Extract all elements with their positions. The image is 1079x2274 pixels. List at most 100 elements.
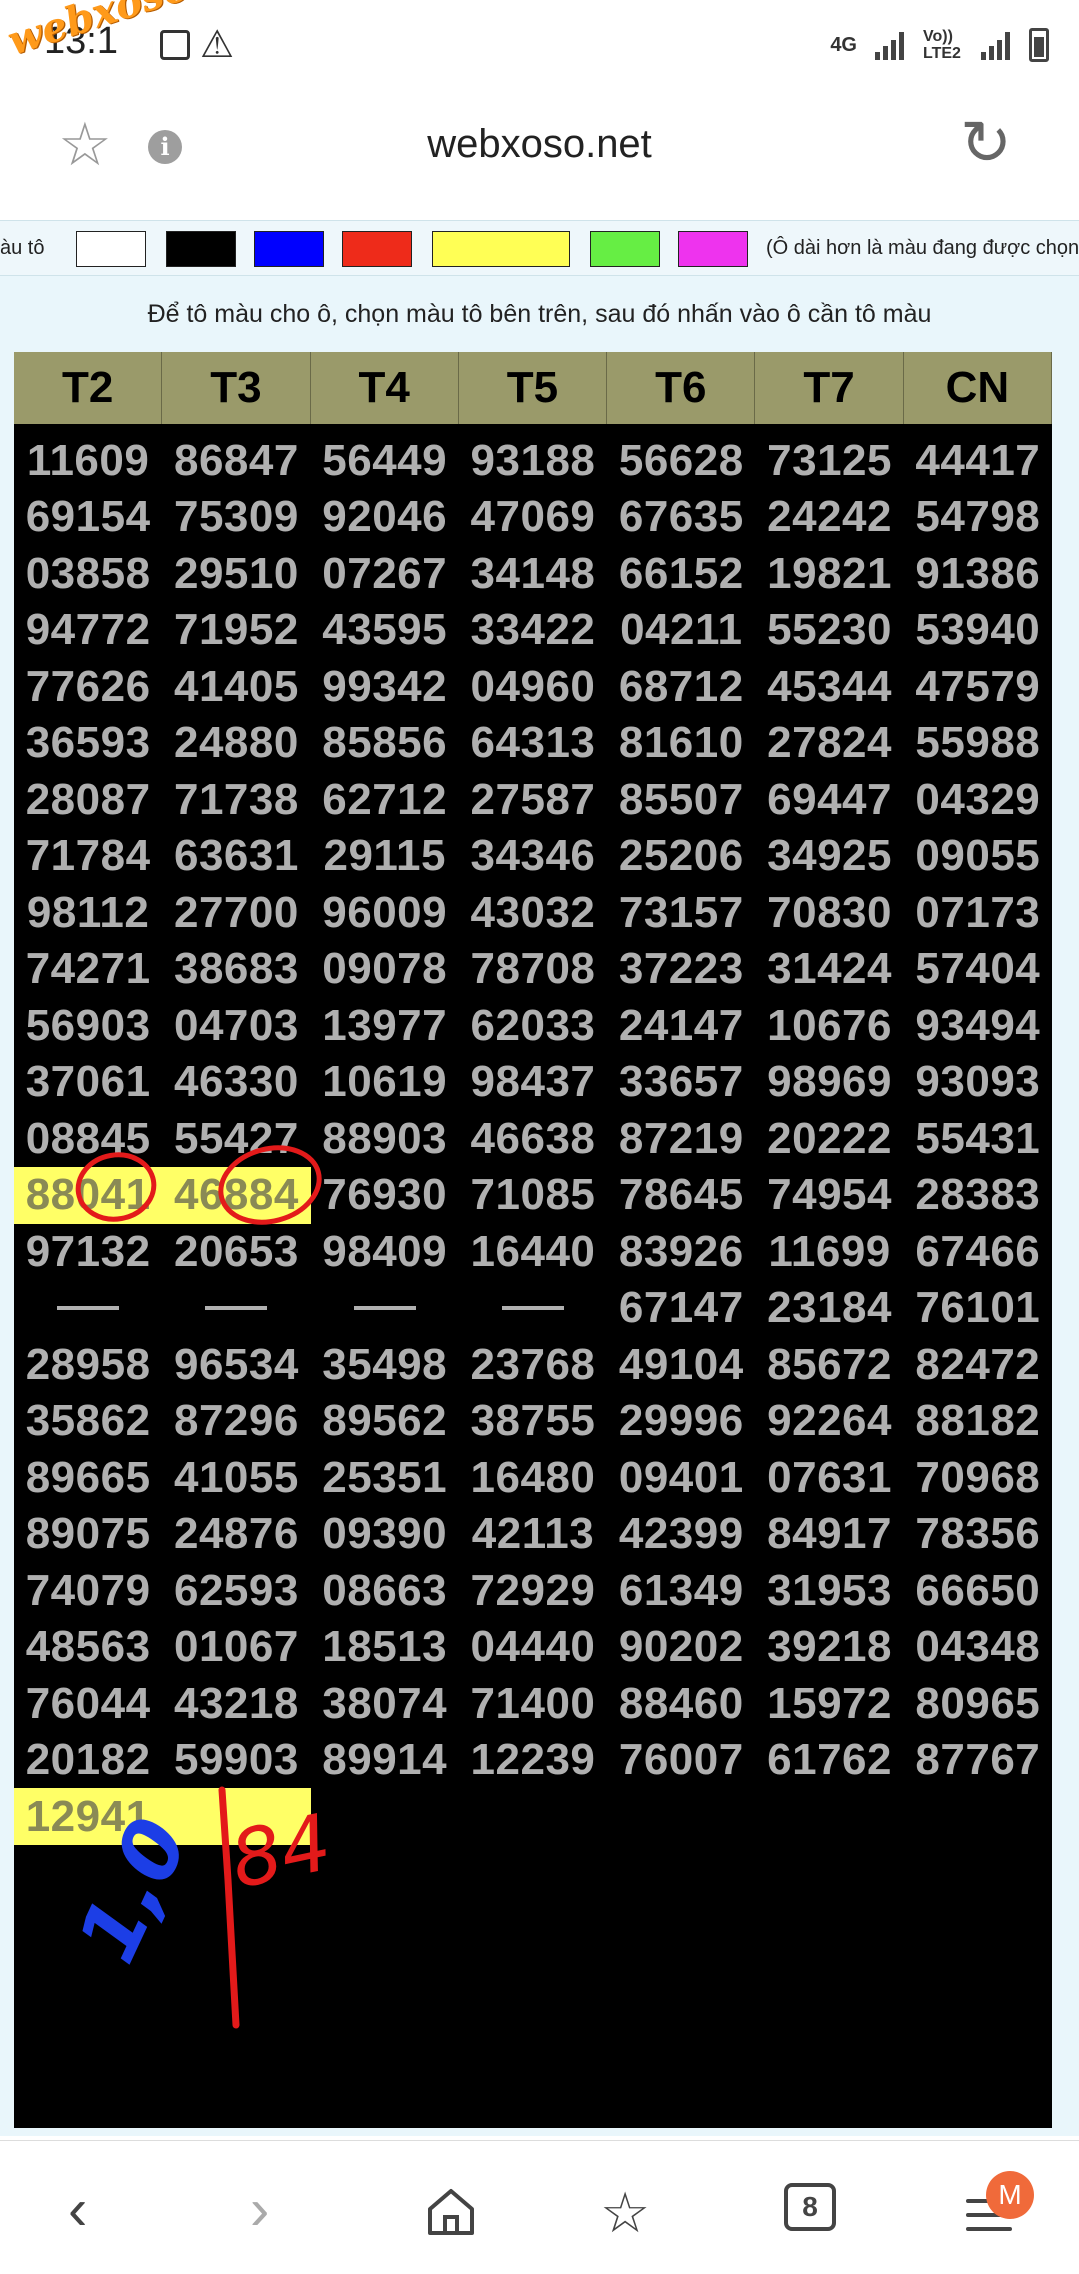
table-cell[interactable]: 55988 (904, 715, 1052, 772)
table-cell[interactable]: 34346 (459, 828, 607, 885)
table-cell[interactable]: 73157 (607, 884, 755, 941)
table-cell[interactable]: 85856 (311, 715, 459, 772)
table-cell[interactable]: 29115 (311, 828, 459, 885)
table-cell[interactable]: 41405 (162, 658, 310, 715)
table-cell[interactable]: 47579 (904, 658, 1052, 715)
table-cell[interactable]: 92264 (755, 1393, 903, 1450)
table-cell[interactable]: 78356 (904, 1506, 1052, 1563)
table-cell[interactable]: 13977 (311, 997, 459, 1054)
table-cell[interactable]: 27700 (162, 884, 310, 941)
table-cell[interactable]: 76044 (14, 1675, 162, 1732)
table-cell[interactable] (162, 1788, 311, 1845)
table-cell[interactable] (607, 1788, 755, 1845)
table-cell[interactable]: 70968 (904, 1449, 1052, 1506)
table-cell[interactable]: 35862 (14, 1393, 162, 1450)
table-cell[interactable]: 28087 (14, 771, 162, 828)
table-cell[interactable]: 31424 (755, 941, 903, 998)
table-cell[interactable]: 04348 (904, 1619, 1052, 1676)
table-cell[interactable]: 24242 (755, 489, 903, 546)
table-cell[interactable]: 61349 (607, 1562, 755, 1619)
table-cell[interactable]: 34925 (755, 828, 903, 885)
table-cell[interactable]: 44417 (904, 432, 1052, 489)
swatch-black[interactable] (166, 231, 236, 267)
table-cell[interactable]: 98437 (459, 1054, 607, 1111)
table-cell[interactable]: 48563 (14, 1619, 162, 1676)
table-cell[interactable]: 55431 (904, 1110, 1052, 1167)
table-cell[interactable]: 23768 (459, 1336, 607, 1393)
table-cell[interactable]: 04960 (459, 658, 607, 715)
table-cell[interactable]: 73125 (755, 432, 903, 489)
table-cell[interactable]: 28958 (14, 1336, 162, 1393)
table-cell[interactable] (459, 1788, 607, 1845)
table-cell[interactable]: 86847 (162, 432, 310, 489)
table-cell[interactable]: 56628 (607, 432, 755, 489)
table-cell[interactable]: 11699 (755, 1223, 903, 1280)
table-cell[interactable]: 01067 (162, 1619, 310, 1676)
table-cell[interactable]: 46884 (162, 1166, 311, 1224)
table-cell[interactable]: 45344 (755, 658, 903, 715)
forward-icon[interactable]: › (250, 2181, 269, 2239)
profile-avatar[interactable]: M (986, 2171, 1034, 2219)
table-cell[interactable]: 89075 (14, 1506, 162, 1563)
back-icon[interactable]: ‹ (68, 2181, 87, 2239)
table-cell[interactable]: 43032 (459, 884, 607, 941)
swatch-green[interactable] (590, 231, 660, 267)
table-cell[interactable]: 97132 (14, 1223, 162, 1280)
table-cell[interactable]: 28383 (904, 1167, 1052, 1224)
table-cell[interactable]: 33422 (459, 602, 607, 659)
table-cell[interactable]: 88041 (14, 1166, 163, 1224)
table-cell[interactable]: 69447 (755, 771, 903, 828)
table-cell[interactable]: 42113 (459, 1506, 607, 1563)
tabs-icon[interactable]: 8 (784, 2183, 836, 2231)
table-cell[interactable]: 08663 (311, 1562, 459, 1619)
table-cell[interactable]: 74271 (14, 941, 162, 998)
table-cell[interactable]: 67466 (904, 1223, 1052, 1280)
table-cell[interactable]: 04329 (904, 771, 1052, 828)
table-cell[interactable]: 62033 (459, 997, 607, 1054)
table-cell[interactable]: 93093 (904, 1054, 1052, 1111)
table-cell[interactable]: 11609 (14, 432, 162, 489)
table-cell[interactable]: 24880 (162, 715, 310, 772)
table-cell[interactable]: 35498 (311, 1336, 459, 1393)
table-cell[interactable]: 72929 (459, 1562, 607, 1619)
table-cell[interactable]: 24876 (162, 1506, 310, 1563)
table-cell[interactable]: 04440 (459, 1619, 607, 1676)
table-cell[interactable]: 94772 (14, 602, 162, 659)
table-cell[interactable]: 31953 (755, 1562, 903, 1619)
table-cell[interactable]: 38074 (311, 1675, 459, 1732)
table-cell[interactable]: 98409 (311, 1223, 459, 1280)
table-cell[interactable]: 89562 (311, 1393, 459, 1450)
table-cell[interactable]: 53940 (904, 602, 1052, 659)
table-cell[interactable]: 27824 (755, 715, 903, 772)
table-cell[interactable]: 93188 (459, 432, 607, 489)
table-cell[interactable]: 63631 (162, 828, 310, 885)
table-cell[interactable]: 74954 (755, 1167, 903, 1224)
table-cell[interactable]: 85672 (755, 1336, 903, 1393)
table-cell[interactable]: 62712 (311, 771, 459, 828)
table-cell[interactable]: 20182 (14, 1732, 162, 1789)
table-cell[interactable]: 12239 (459, 1732, 607, 1789)
table-cell[interactable]: 90202 (607, 1619, 755, 1676)
table-cell[interactable]: 12941 (14, 1788, 163, 1845)
table-cell[interactable]: 16440 (459, 1223, 607, 1280)
table-cell[interactable]: 87296 (162, 1393, 310, 1450)
table-cell[interactable]: 07631 (755, 1449, 903, 1506)
table-cell[interactable]: 77626 (14, 658, 162, 715)
swatch-magenta[interactable] (678, 231, 748, 267)
table-cell[interactable]: 37061 (14, 1054, 162, 1111)
swatch-blue[interactable] (254, 231, 324, 267)
table-cell[interactable] (459, 1280, 607, 1337)
table-cell[interactable]: 76007 (607, 1732, 755, 1789)
table-cell[interactable]: 61762 (755, 1732, 903, 1789)
table-cell[interactable]: 71400 (459, 1675, 607, 1732)
reload-icon[interactable]: ↻ (960, 113, 1012, 175)
table-cell[interactable]: 67635 (607, 489, 755, 546)
table-cell[interactable]: 24147 (607, 997, 755, 1054)
table-cell[interactable]: 25206 (607, 828, 755, 885)
table-cell[interactable]: 20653 (162, 1223, 310, 1280)
table-cell[interactable]: 25351 (311, 1449, 459, 1506)
table-cell[interactable]: 04211 (607, 602, 755, 659)
table-cell[interactable]: 20222 (755, 1110, 903, 1167)
table-cell[interactable]: 88182 (904, 1393, 1052, 1450)
swatch-white[interactable] (76, 231, 146, 267)
